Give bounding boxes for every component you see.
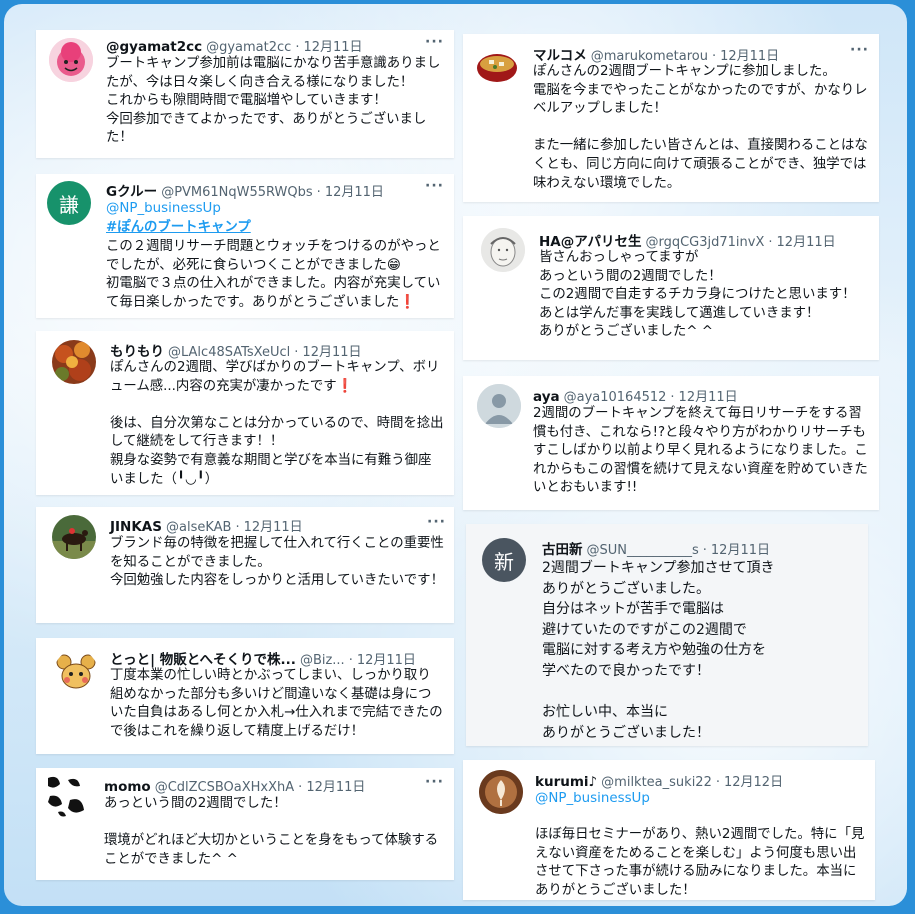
display-name[interactable]: kurumi♪ (535, 774, 597, 790)
user-handle[interactable]: @SUN__________s (587, 543, 699, 558)
user-handle[interactable]: @milktea_suki22 (601, 775, 712, 790)
separator-dot: · (702, 543, 707, 558)
tweet-text: ぽんさんの2週間ブートキャンプに参加しました。 電脳を今までやったことがなかった… (533, 64, 868, 191)
tweet-text: ブートキャンプ参加前は電脳にかなり苦手意識ありましたが、今は日々楽しく向き合える… (106, 56, 441, 146)
display-name[interactable]: もりもり (110, 344, 164, 360)
separator-dot: · (711, 49, 717, 64)
separator-dot: · (294, 345, 299, 360)
tweet-date[interactable]: 12月11日 (711, 543, 770, 558)
more-options-icon[interactable]: ··· (425, 774, 444, 790)
tweet-card: kurumi♪ @milktea_suki22 · 12月12日 @NP_busine… (463, 760, 875, 900)
tweet-text: この２週間リサーチ問題とウォッチをつけるのがやっとでしたが、必死に食らいつくこと… (106, 239, 441, 310)
display-name[interactable]: @gyamat2cc (106, 39, 202, 55)
tweet-header: HA@アパリセ生 @rgqCG3jd71invX · 12月11日 (539, 230, 836, 250)
cow-pattern-avatar[interactable] (44, 774, 88, 818)
tweet-header: もりもり @LAlc48SATsXeUcl · 12月11日 (110, 340, 362, 360)
display-name[interactable]: 古田新 (542, 542, 583, 558)
separator-dot: · (235, 520, 240, 535)
tweet-text: 2週間のブートキャンプを終えて毎日リサーチをする習慣も付き、これなら!?と段々や… (533, 406, 868, 496)
tweet-card: とっと| 物販とへそくりで株... @Biz... · 12月11日 丁度本業の忙しい… (36, 638, 454, 754)
separator-dot: · (670, 390, 675, 405)
user-handle[interactable]: @alseKAB (166, 520, 231, 535)
miso-soup-avatar[interactable] (475, 42, 519, 86)
reply-mention-link[interactable]: @NP_businessUp (535, 790, 650, 809)
tweet-header: JINKAS @alseKAB · 12月11日 (110, 516, 303, 535)
separator-dot: · (348, 653, 353, 668)
separator-dot: · (316, 185, 321, 200)
more-options-icon[interactable]: ··· (425, 178, 444, 194)
separator-dot: · (768, 235, 773, 250)
user-handle[interactable]: @aya10164512 (564, 390, 667, 405)
pink-face-avatar[interactable] (49, 38, 93, 82)
user-handle[interactable]: @rgqCG3jd71invX (645, 235, 764, 250)
separator-dot: · (295, 40, 300, 55)
tweet-card: 新 古田新 @SUN__________s · 12月11日 2週間ブートキャンプ参加… (466, 524, 868, 746)
tweet-card: もりもり @LAlc48SATsXeUcl · 12月11日 ぽんさんの2週間、学びば… (36, 331, 454, 495)
tweet-date[interactable]: 12月11日 (244, 520, 303, 535)
tweet-date[interactable]: 12月11日 (357, 653, 416, 668)
autumn-leaves-avatar[interactable] (52, 340, 96, 384)
tweet-date[interactable]: 12月12日 (724, 775, 783, 790)
tweet-header: aya @aya10164512 · 12月11日 (533, 386, 738, 405)
user-handle[interactable]: @PVM61NqW55RWQbs (161, 185, 312, 200)
sketch-face-avatar[interactable] (481, 228, 525, 272)
display-name[interactable]: とっと| 物販とへそくりで株... (110, 652, 296, 668)
tweet-text: 皆さんおっしゃってますが あっという間の2週間でした！ この2週間で自走するチカ… (539, 250, 856, 340)
tweet-header: 古田新 @SUN__________s · 12月11日 (542, 538, 770, 558)
tweet-card: @gyamat2cc @gyamat2cc · 12月11日 ··· ブートキャンプ参… (36, 30, 454, 158)
hashtag-link[interactable]: #ぽんのブートキャンプ (106, 219, 251, 238)
tweet-header: Gクルー @PVM61NqW55RWQbs · 12月11日 (106, 180, 384, 200)
separator-dot: · (715, 775, 720, 790)
display-name[interactable]: Gクルー (106, 184, 157, 200)
tweet-header: とっと| 物販とへそくりで株... @Biz... · 12月11日 (110, 648, 416, 668)
tweet-card: aya @aya10164512 · 12月11日 2週間のブートキャンプを終えて毎日… (463, 376, 879, 510)
display-name[interactable]: momo (104, 779, 151, 795)
tweet-card: JINKAS @alseKAB · 12月11日 ··· ブランド毎の特徴を把握して仕… (36, 507, 454, 623)
mouse-character-avatar[interactable] (54, 650, 98, 694)
tweet-date[interactable]: 12月11日 (325, 185, 384, 200)
default-user-avatar[interactable] (477, 384, 521, 428)
tweet-date[interactable]: 12月11日 (777, 235, 836, 250)
tweet-text: 丁度本業の忙しい時とかぶってしまい、しっかり取り組めなかった部分も多いけど間違い… (110, 668, 443, 739)
user-handle[interactable]: @CdlZCSBOaXHxXhA (155, 780, 294, 795)
more-options-icon[interactable]: ··· (850, 42, 869, 58)
tweet-date[interactable]: 12月11日 (679, 390, 738, 405)
tweet-date[interactable]: 12月11日 (720, 49, 779, 64)
tweet-card: momo @CdlZCSBOaXHxXhA · 12月11日 ··· あっという間の2… (36, 768, 454, 880)
horse-avatar[interactable] (52, 515, 96, 559)
user-handle[interactable]: @Biz... (300, 653, 345, 668)
tweet-date[interactable]: 12月11日 (306, 780, 365, 795)
latte-art-avatar[interactable] (479, 770, 523, 814)
more-options-icon[interactable]: ··· (425, 34, 444, 50)
tweet-header: kurumi♪ @milktea_suki22 · 12月12日 (535, 771, 783, 790)
tweet-text: ブランド毎の特徴を把握して仕入れて行くことの重要性を知ることができました。 今回… (110, 536, 444, 589)
user-handle[interactable]: @gyamat2cc (206, 40, 291, 55)
tweet-header: マルコメ @marukometarou · 12月11日 (533, 44, 779, 64)
separator-dot: · (298, 780, 303, 795)
user-handle[interactable]: @marukometarou (591, 49, 708, 64)
user-handle[interactable]: @LAlc48SATsXeUcl (168, 345, 290, 360)
testimonial-collage: @gyamat2cc @gyamat2cc · 12月11日 ··· ブートキャンプ参… (4, 4, 907, 906)
tweet-card: マルコメ @marukometarou · 12月11日 ··· ぽんさんの2週間ブー… (463, 34, 879, 202)
tweet-card: HA@アパリセ生 @rgqCG3jd71invX · 12月11日 皆さんおっしゃって… (463, 216, 879, 360)
display-name[interactable]: aya (533, 389, 560, 405)
tweet-text: 2週間ブートキャンプ参加させて頂き ありがとうございました。 自分はネットが苦手… (542, 560, 775, 741)
tweet-header: @gyamat2cc @gyamat2cc · 12月11日 (106, 36, 363, 55)
tweet-date[interactable]: 12月11日 (302, 345, 361, 360)
tweet-text: ぽんさんの2週間、学びばかりのブートキャンプ、ボリューム感...内容の充実が凄か… (110, 360, 444, 487)
display-name[interactable]: マルコメ (533, 48, 587, 64)
tweet-text: あっという間の2週間でした！ 環境がどれほど大切かということを身をもって体験する… (104, 796, 439, 867)
tweet-date[interactable]: 12月11日 (303, 40, 362, 55)
reply-mention-link[interactable]: @NP_businessUp (106, 200, 221, 219)
tweet-header: momo @CdlZCSBOaXHxXhA · 12月11日 (104, 776, 365, 795)
tweet-text: ほぼ毎日セミナーがあり、熱い2週間でした。特に「見えない資産をためることを楽しむ… (535, 827, 865, 898)
more-options-icon[interactable]: ··· (427, 514, 446, 530)
kanji-avatar[interactable]: 謙 (47, 181, 91, 225)
display-name[interactable]: JINKAS (110, 519, 162, 535)
display-name[interactable]: HA@アパリセ生 (539, 234, 641, 250)
kanji-avatar[interactable]: 新 (482, 538, 526, 582)
tweet-card: 謙 Gクルー @PVM61NqW55RWQbs · 12月11日 ··· @NP_bu… (36, 174, 454, 318)
